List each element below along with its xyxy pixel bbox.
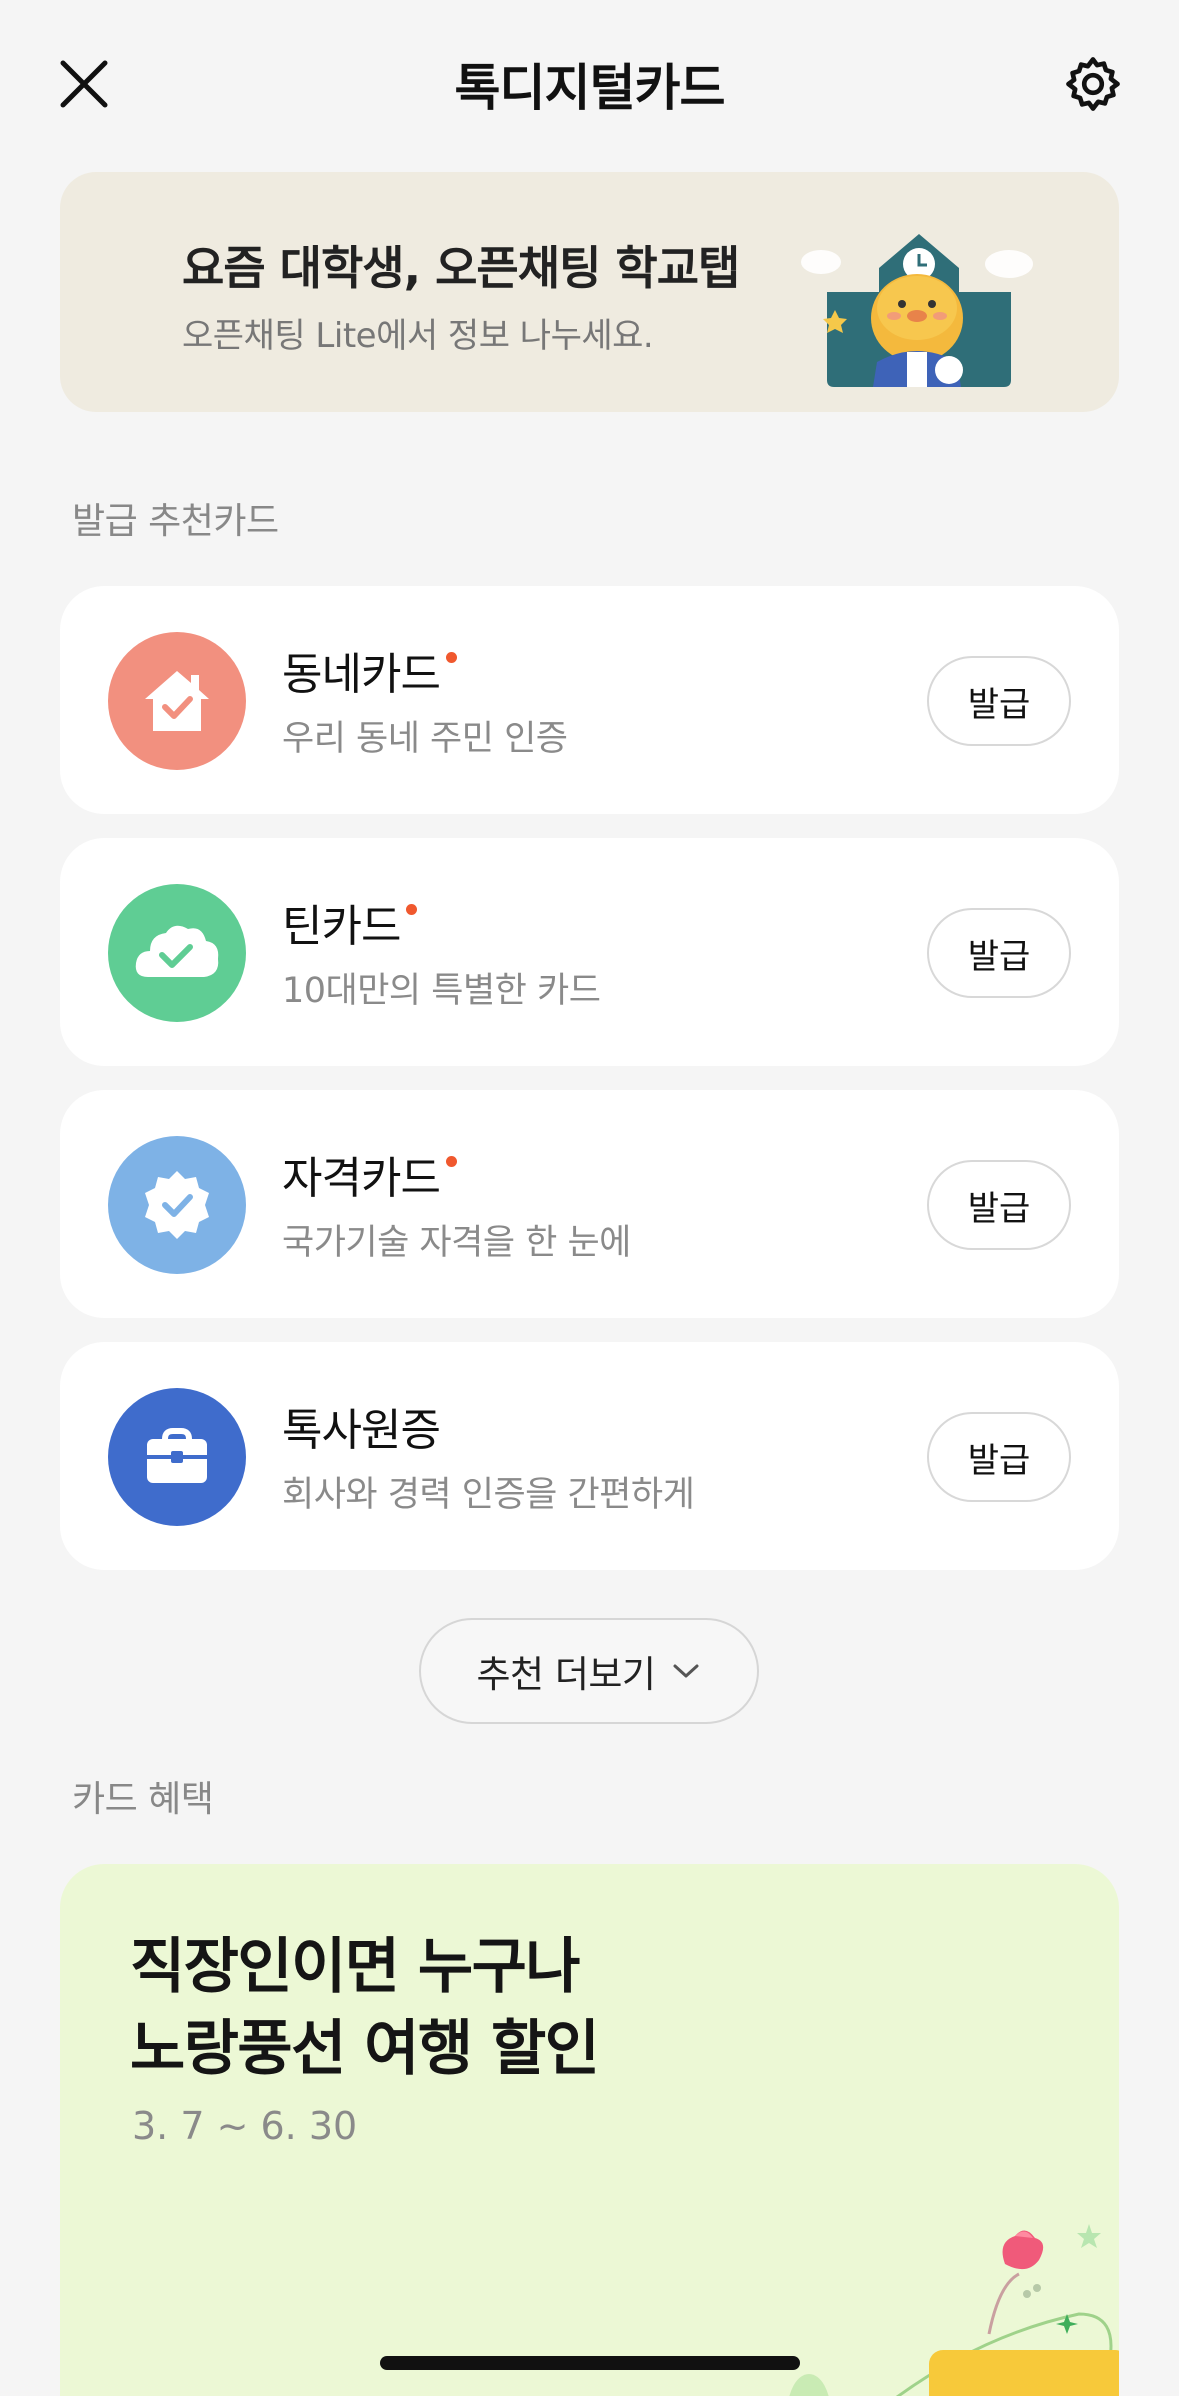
card-description: 국가기술 자격을 한 눈에 xyxy=(282,1223,631,1263)
new-dot xyxy=(406,904,418,915)
card-row-neighborhood[interactable]: 동네카드 우리 동네 주민 인증 발급 xyxy=(60,586,1119,814)
benefit-title-line1: 직장인이면 누구나 xyxy=(130,1932,581,2002)
benefit-date: 3. 7 ~ 6. 30 xyxy=(132,2104,358,2148)
issue-button[interactable]: 발급 xyxy=(927,656,1071,746)
card-description: 우리 동네 주민 인증 xyxy=(282,719,568,759)
card-row-employee-id[interactable]: 톡사원증 회사와 경력 인증을 간편하게 발급 xyxy=(60,1342,1119,1570)
settings-button[interactable] xyxy=(1057,48,1129,120)
briefcase-icon xyxy=(147,1428,207,1483)
gear-icon xyxy=(1066,57,1120,111)
banner-subtitle: 오픈채팅 Lite에서 정보 나누세요. xyxy=(182,316,654,356)
card-icon-badge xyxy=(108,632,246,770)
issue-button[interactable]: 발급 xyxy=(927,908,1071,998)
school-character-illustration xyxy=(801,234,1033,387)
new-dot xyxy=(445,652,457,663)
card-name: 톡사원증 xyxy=(282,1405,441,1456)
page-title: 톡디지털카드 xyxy=(454,59,726,117)
card-icon-badge xyxy=(108,1136,246,1274)
card-description: 10대만의 특별한 카드 xyxy=(282,971,601,1011)
new-dot xyxy=(445,1156,457,1167)
card-description: 회사와 경력 인증을 간편하게 xyxy=(282,1475,695,1515)
card-row-teen[interactable]: 틴카드 10대만의 특별한 카드 발급 xyxy=(60,838,1119,1066)
home-indicator xyxy=(380,2356,800,2370)
show-more-label: 추천 더보기 xyxy=(476,1653,656,1696)
house-check-icon xyxy=(145,671,209,731)
issue-button[interactable]: 발급 xyxy=(927,1160,1071,1250)
badge-check-icon xyxy=(145,1171,209,1239)
banner-title: 요즘 대학생, 오픈채팅 학교탭 xyxy=(182,241,740,295)
card-name: 틴카드 xyxy=(282,890,418,954)
card-name: 자격카드 xyxy=(282,1142,457,1206)
benefit-title-line2: 노랑풍선 여행 할인 xyxy=(130,2014,600,2084)
card-name: 동네카드 xyxy=(282,638,457,702)
issue-button[interactable]: 발급 xyxy=(927,1412,1071,1502)
benefit-title: 직장인이면 누구나 노랑풍선 여행 할인 xyxy=(130,1926,600,2090)
screen: 톡디지털카드 요즘 대학생, 오픈채팅 학교탭 오픈채팅 Lite에서 정보 나… xyxy=(0,0,1179,2396)
card-row-qualification[interactable]: 자격카드 국가기술 자격을 한 눈에 발급 xyxy=(60,1090,1119,1318)
section-label-recommended: 발급 추천카드 xyxy=(72,501,279,542)
card-icon-badge xyxy=(108,1388,246,1526)
cloud-check-icon xyxy=(135,925,219,977)
header: 톡디지털카드 xyxy=(0,0,1179,160)
promo-banner[interactable]: 요즘 대학생, 오픈채팅 학교탭 오픈채팅 Lite에서 정보 나누세요. xyxy=(60,172,1119,412)
show-more-button[interactable]: 추천 더보기 xyxy=(419,1618,759,1724)
chevron-down-icon xyxy=(673,1664,699,1678)
benefit-card[interactable]: 직장인이면 누구나 노랑풍선 여행 할인 3. 7 ~ 6. 30 xyxy=(60,1864,1119,2396)
card-icon-badge xyxy=(108,884,246,1022)
section-label-benefits: 카드 혜택 xyxy=(72,1779,214,1820)
